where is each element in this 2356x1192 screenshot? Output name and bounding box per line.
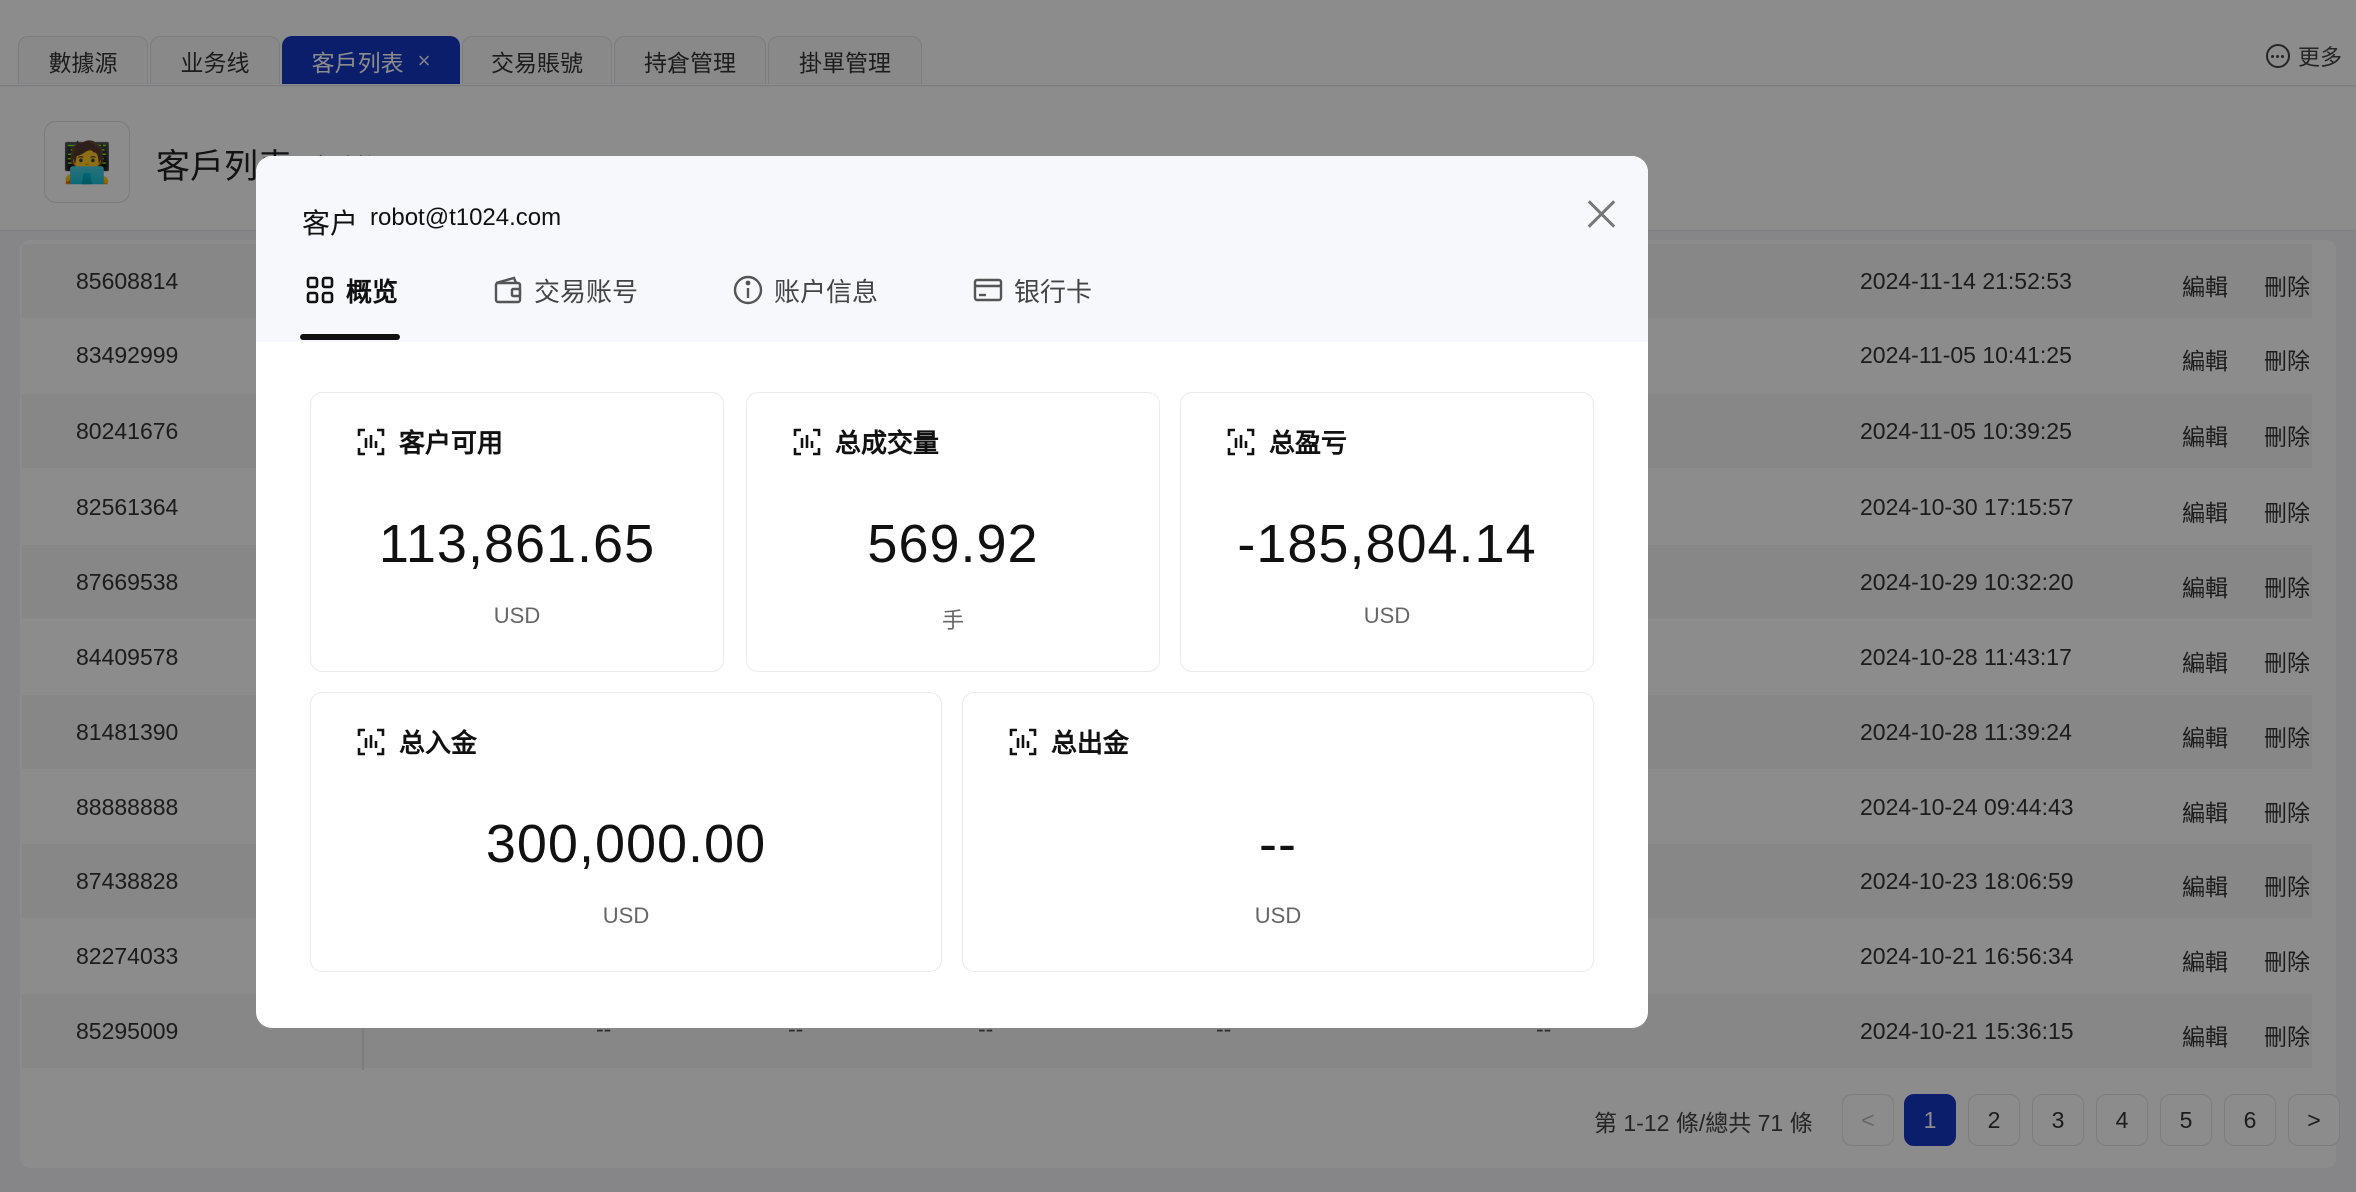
tab-label: 概览 [346,276,399,307]
tab-label: 交易账号 [534,276,639,307]
card-total-volume: 总成交量 569.92 手 [746,392,1160,672]
modal-header: 客户 robot@t1024.com 概览 交易账号 账户信息 银行卡 [256,156,1648,342]
card-unit: USD [493,603,541,628]
close-icon[interactable] [1588,200,1616,228]
info-icon [733,275,763,305]
card-total-deposit: 总入金 300,000.00 USD [310,692,942,972]
customer-email: robot@t1024.com [370,204,562,231]
tab-overview[interactable]: 概览 [304,270,398,310]
card-title: 总入金 [355,723,477,760]
chart-icon [357,428,385,455]
tab-label: 银行卡 [1014,276,1093,307]
card-title: 总出金 [1007,723,1129,760]
tab-trading-accounts[interactable]: 交易账号 [492,270,638,310]
chart-icon [357,728,385,755]
card-title: 客户可用 [355,423,503,460]
card-unit: 手 [941,608,964,633]
customer-detail-modal: 客户 robot@t1024.com 概览 交易账号 账户信息 银行卡 客户可用… [256,156,1648,1028]
active-tab-indicator [300,334,400,340]
card-unit: USD [1363,603,1411,628]
tab-label: 账户信息 [774,276,879,307]
card-value: -- [1259,814,1297,874]
card-unit: USD [1254,903,1302,928]
card-total-pnl: 总盈亏 -185,804.14 USD [1180,392,1594,672]
tab-account-info[interactable]: 账户信息 [732,270,878,310]
card-value: -185,804.14 [1237,514,1537,574]
wallet-icon [494,276,522,304]
card-value: 300,000.00 [485,814,767,874]
card-title: 总盈亏 [1225,423,1347,460]
card-title-text: 总成交量 [835,428,940,458]
card-title: 总成交量 [791,423,939,460]
card-title-text: 总入金 [399,728,478,758]
card-total-withdrawal: 总出金 -- USD [962,692,1594,972]
tab-bank-card[interactable]: 银行卡 [972,270,1092,310]
card-title-text: 总出金 [1051,728,1130,758]
chart-icon [1227,428,1255,455]
chart-icon [1009,728,1037,755]
chart-icon [793,428,821,455]
grid-icon [306,276,334,304]
card-title-text: 总盈亏 [1269,428,1348,458]
card-customer-available: 客户可用 113,861.65 USD [310,392,724,672]
modal-label: 客户 [302,208,359,239]
card-title-text: 客户可用 [399,428,504,458]
card-value: 113,861.65 [378,514,656,574]
card-value: 569.92 [867,514,1039,574]
card-icon [973,278,1003,302]
card-unit: USD [602,903,650,928]
